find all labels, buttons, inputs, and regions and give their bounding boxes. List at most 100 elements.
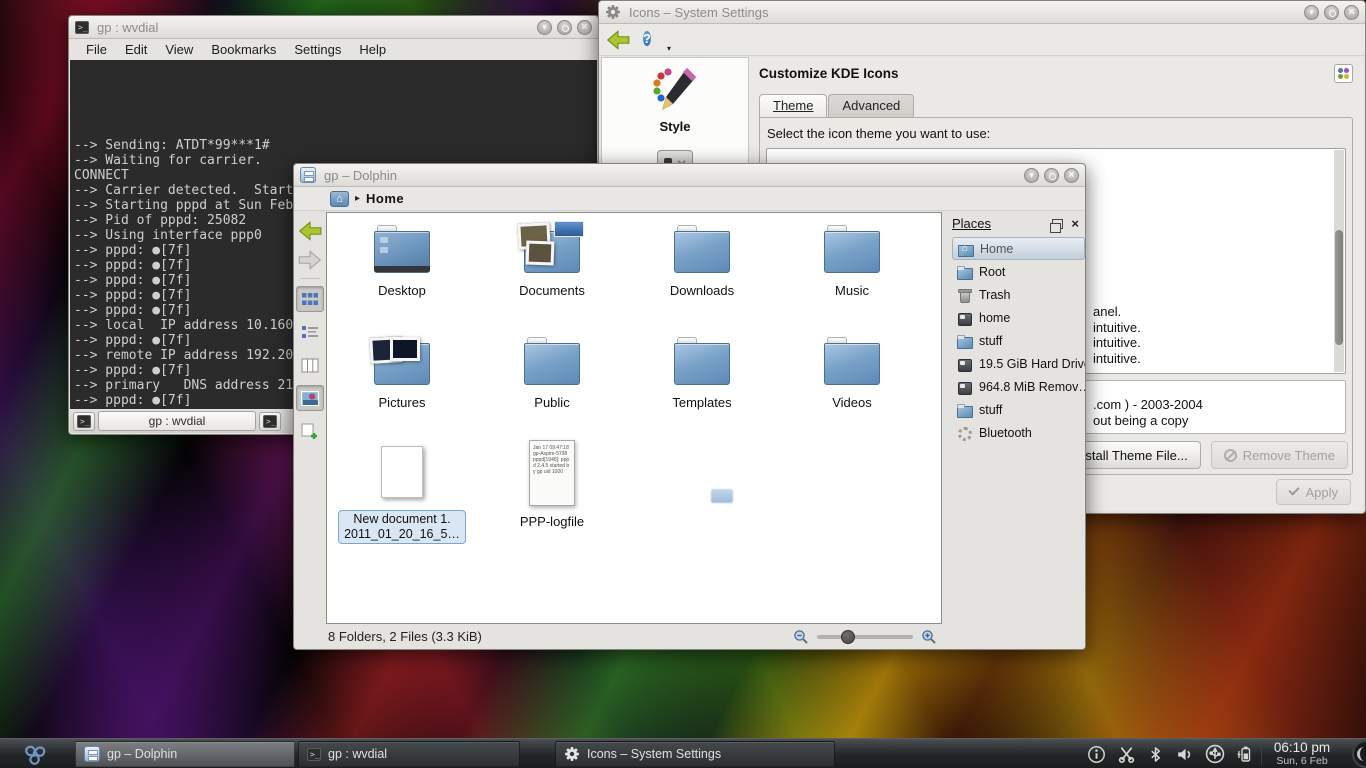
terminal-icon: >_ [307,748,321,761]
folder-item[interactable]: Desktop [327,215,477,327]
split-view-button[interactable] [296,418,324,444]
preview-button[interactable] [296,385,324,411]
details-view-button[interactable] [296,319,324,345]
file-item-selected[interactable]: New document 1. 2011_01_20_16_5… [327,440,477,544]
minimize-button[interactable]: ▾ [537,20,552,35]
folder-item[interactable]: Pictures [327,327,477,439]
icons-view-button[interactable] [296,286,324,312]
folder-item[interactable]: Videos [777,327,927,439]
back-icon[interactable] [605,29,631,51]
taskbar-task-settings[interactable]: Icons – System Settings [555,741,835,767]
menu-item[interactable]: Bookmarks [202,41,285,58]
help-button[interactable]: ? ▾ [643,29,665,51]
sidebar-item-label: Style [602,119,748,134]
new-tab-button[interactable]: >_ [259,412,281,431]
folder-item[interactable]: Public [477,327,627,439]
separator [300,278,320,279]
scrollbar[interactable] [1334,150,1344,372]
back-icon[interactable] [297,220,323,242]
style-icon [651,66,699,112]
folder-icon [824,343,880,385]
menu-item[interactable]: View [156,41,202,58]
maximize-button[interactable] [557,20,572,35]
konsole-tab[interactable]: gp : wvdial [98,411,256,431]
columns-view-button[interactable] [296,352,324,378]
place-item[interactable]: Root [952,260,1085,283]
launcher-menu-button[interactable] [4,739,66,768]
close-button[interactable]: × [1064,168,1079,183]
menu-item[interactable]: Settings [285,41,350,58]
place-item[interactable]: 964.8 MiB Remov… [952,375,1085,398]
folder-icon [824,231,880,273]
zoom-slider[interactable] [817,635,913,639]
theme-description-text: .com ) - 2003-2004 [1093,397,1203,413]
folder-item[interactable]: Templates [627,327,777,439]
info-icon[interactable] [1087,745,1106,764]
close-button[interactable]: × [1344,5,1359,20]
settings-titlebar[interactable]: Icons – System Settings ▾ × [599,1,1365,24]
klipper-scissors-icon[interactable] [1117,745,1136,764]
maximize-button[interactable] [1044,168,1059,183]
folder-icon [524,343,580,385]
theme-list-text: intuitive. [1093,351,1141,367]
zoom-in-icon[interactable] [921,629,937,645]
place-icon [956,287,972,303]
maximize-button[interactable] [1324,5,1339,20]
folder-icon [524,231,580,273]
dolphin-icon [84,746,100,762]
file-item[interactable]: Jan 17 09:47:18 gp-Aspire-5738 pppd[1946… [477,440,627,544]
split-add-icon [301,423,319,439]
new-tab-button[interactable]: >_ [73,412,95,431]
taskbar-task-konsole[interactable]: >_ gp : wvdial [298,741,520,767]
apply-button[interactable]: Apply [1276,479,1351,505]
folder-item[interactable]: Downloads [627,215,777,327]
taskbar-task-dolphin[interactable]: gp – Dolphin [75,741,295,767]
folder-item[interactable]: Music [777,215,927,327]
place-item[interactable]: stuff [952,329,1085,352]
scrollbar-thumb[interactable] [1335,230,1343,345]
zoom-slider-thumb[interactable] [841,630,855,644]
dolphin-window-title: gp – Dolphin [324,168,397,183]
minimize-button[interactable]: ▾ [1024,168,1039,183]
place-label: Home [980,242,1013,256]
menu-item[interactable]: File [77,41,116,58]
panel-cashew-icon[interactable] [1352,740,1366,768]
place-item[interactable]: home [952,306,1085,329]
place-item[interactable]: Bluetooth [952,421,1085,444]
place-icon [956,333,972,349]
details-view-icon [301,325,319,340]
menu-item[interactable]: Edit [116,41,156,58]
home-icon[interactable]: ⌂ [330,191,349,207]
place-item[interactable]: Trash [952,283,1085,306]
place-item[interactable]: Home [952,237,1085,260]
place-item[interactable]: stuff [952,398,1085,421]
tab-advanced[interactable]: Advanced [828,94,914,117]
konsole-titlebar[interactable]: >_ gp : wvdial ▾ × [69,16,598,39]
usb-device-icon[interactable] [1205,744,1225,764]
close-button[interactable]: × [577,20,592,35]
zoom-out-icon[interactable] [793,629,809,645]
dolphin-titlebar[interactable]: gp – Dolphin ▾ × [294,164,1085,187]
forward-icon[interactable] [297,249,323,271]
folder-label: Downloads [670,283,734,298]
close-panel-icon[interactable]: × [1071,219,1079,229]
battery-icon[interactable] [1236,744,1254,764]
remove-theme-button[interactable]: Remove Theme [1211,441,1348,469]
digital-clock[interactable]: 06:10 pm Sun, 6 Feb [1262,740,1342,767]
folder-label: Videos [832,395,872,410]
breadcrumb-separator-icon: ▸ [355,193,360,204]
dolphin-file-view[interactable]: Desktop Documents Downloads [326,212,942,624]
place-item[interactable]: 19.5 GiB Hard Drive [952,352,1085,375]
sidebar-item-style[interactable]: Style [602,58,748,134]
folder-item[interactable]: Documents [477,215,627,327]
tab-theme[interactable]: Theme [759,94,827,117]
breadcrumb-home[interactable]: Home [366,191,404,206]
float-panel-icon[interactable] [1052,219,1063,229]
volume-icon[interactable] [1175,745,1194,764]
konsole-menubar: FileEditViewBookmarksSettingsHelp [69,39,598,60]
menu-item[interactable]: Help [350,41,395,58]
minimize-button[interactable]: ▾ [1304,5,1319,20]
bluetooth-icon[interactable] [1147,745,1164,764]
zoom-controls [793,629,937,645]
terminal-icon: >_ [77,415,91,428]
